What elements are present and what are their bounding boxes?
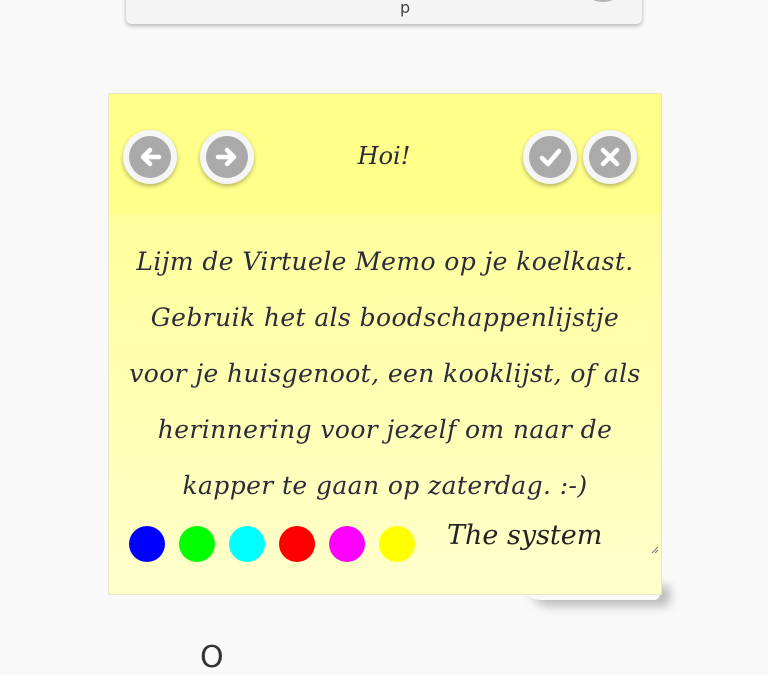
color-swatch-cyan[interactable] bbox=[229, 526, 265, 562]
close-button[interactable] bbox=[583, 130, 637, 184]
memo-signature: The system bbox=[447, 520, 603, 551]
color-swatch-blue[interactable] bbox=[129, 526, 165, 562]
prev-memo-button[interactable] bbox=[123, 130, 177, 184]
color-swatch-green[interactable] bbox=[179, 526, 215, 562]
memo-line: Lijm de Virtuele Memo op je koelkast. bbox=[136, 247, 634, 276]
next-memo-button[interactable] bbox=[200, 130, 254, 184]
color-swatch-magenta[interactable] bbox=[329, 526, 365, 562]
memo-header: Hoi! bbox=[109, 94, 661, 214]
previous-memo-button[interactable] bbox=[582, 0, 624, 2]
arrow-right-icon bbox=[206, 136, 248, 178]
memo-line: herinnering voor jezelf om naar de bbox=[157, 415, 613, 444]
previous-memo-text: p bbox=[400, 0, 411, 17]
resize-grip-icon[interactable] bbox=[651, 546, 659, 554]
memo-note: Hoi! Lijm de Virtuele Memo op je koelkas… bbox=[108, 93, 662, 595]
memo-line: voor je huisgenoot, een kooklijst, of al… bbox=[129, 359, 641, 388]
check-icon bbox=[529, 136, 571, 178]
color-swatch-red[interactable] bbox=[279, 526, 315, 562]
close-icon bbox=[589, 136, 631, 178]
arrow-left-icon bbox=[129, 136, 171, 178]
memo-line: kapper te gaan op zaterdag. :-) bbox=[182, 471, 588, 500]
memo-body-text[interactable]: Lijm de Virtuele Memo op je koelkast. Ge… bbox=[129, 234, 641, 514]
memo-line: Gebruik het als boodschappenlijstje bbox=[150, 303, 620, 332]
memo-title[interactable]: Hoi! bbox=[339, 142, 429, 170]
confirm-button[interactable] bbox=[523, 130, 577, 184]
color-swatch-yellow[interactable] bbox=[379, 526, 415, 562]
previous-memo-card: p bbox=[126, 0, 642, 24]
